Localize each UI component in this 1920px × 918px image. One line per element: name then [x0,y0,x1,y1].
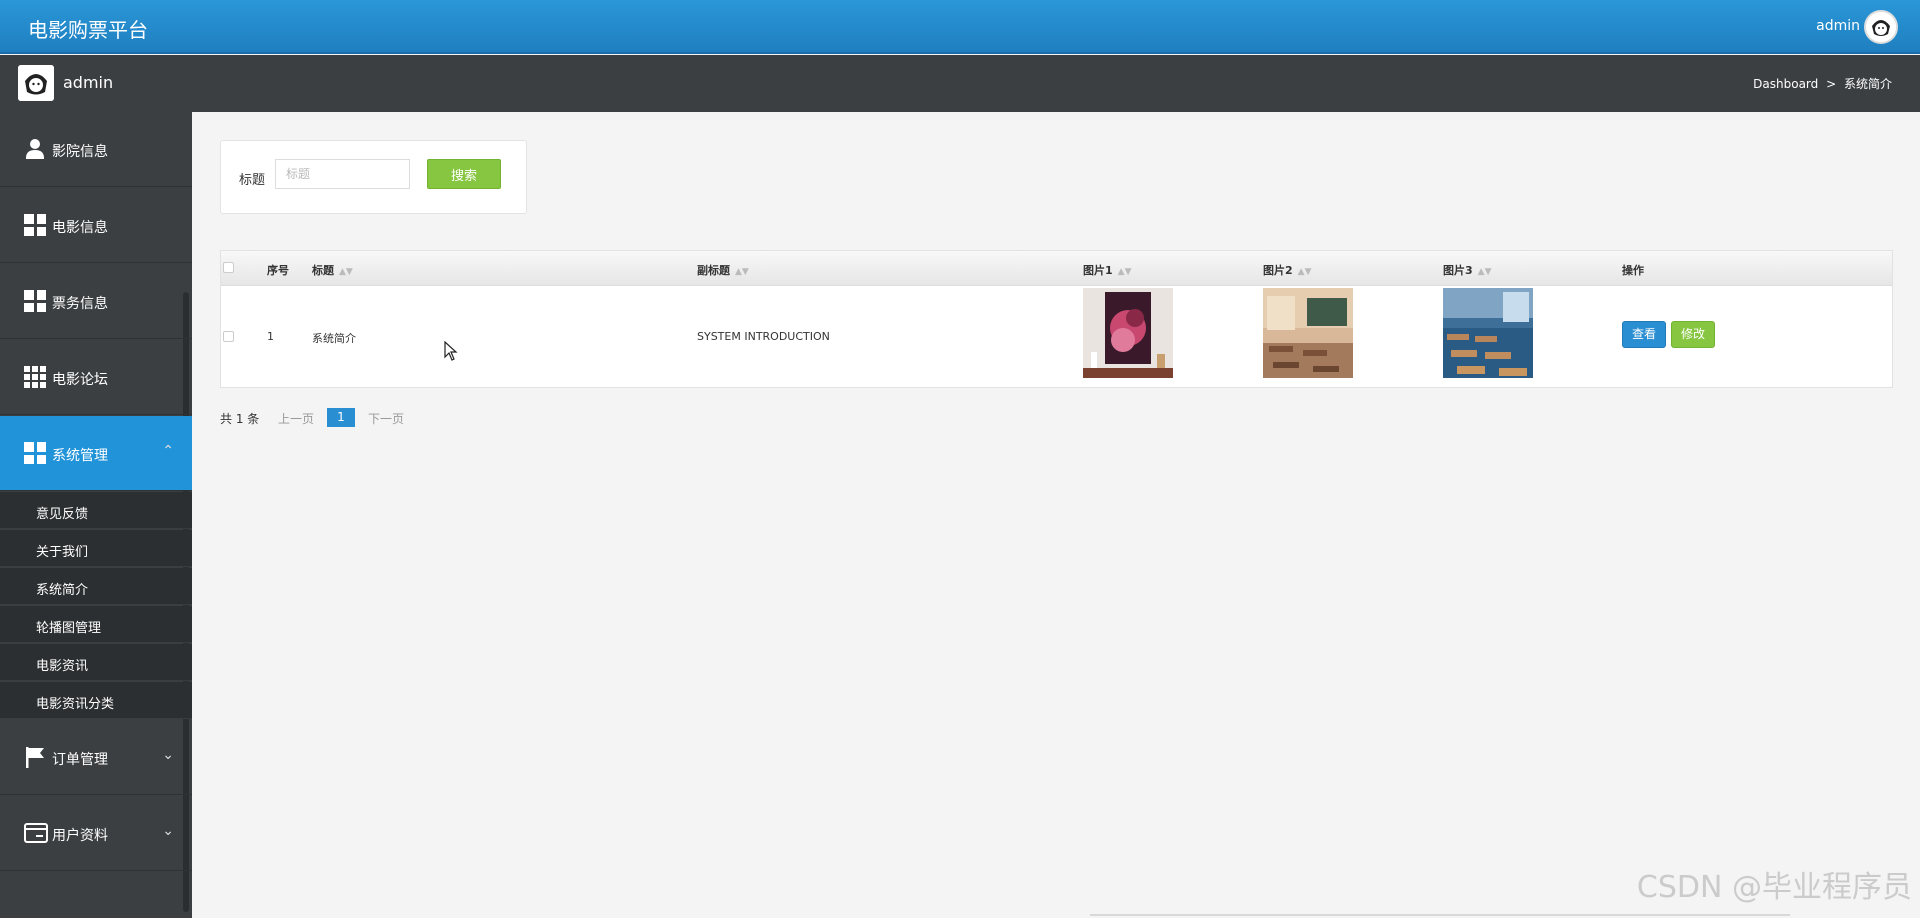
column-header-title[interactable]: 标题 ▲▼ [312,262,353,278]
pagination-next[interactable]: 下一页 [368,410,418,427]
cell-index: 1 [267,330,274,343]
header-avatar[interactable] [1864,10,1898,44]
cell-pic3-image[interactable] [1443,288,1533,378]
sidebar-item-system-management[interactable]: 系统管理 ⌃ [0,416,192,491]
search-label: 标题 [239,173,266,188]
sidebar-item-label: 票务信息 [52,296,108,312]
grid-icon [24,290,46,312]
breadcrumb-root[interactable]: Dashboard [1753,77,1818,91]
edit-button[interactable]: 修改 [1671,321,1715,348]
cell-title: 系统简介 [312,332,356,345]
sidebar-subitem-label: 电影资讯 [36,659,89,674]
sidebar-subitem-feedback[interactable]: 意见反馈 [0,492,192,529]
sidebar-item-ticket-info[interactable]: 票务信息 [0,264,192,339]
sidebar-item-forum[interactable]: 电影论坛 [0,340,192,415]
sub-header: admin Dashboard > 系统简介 [0,55,1920,112]
search-input[interactable] [275,159,410,189]
chevron-up-icon: ⌃ [162,443,174,459]
card-icon [24,822,48,844]
column-header-label: 图片1 [1083,264,1113,277]
sort-icon[interactable]: ▲▼ [735,267,749,277]
sidebar-item-label: 系统管理 [52,448,108,464]
sidebar-item-cinema-info[interactable]: 影院信息 [0,112,192,187]
sidebar-subitem-label: 电影资讯分类 [36,697,115,712]
header-username[interactable]: admin [1816,18,1860,34]
sort-icon[interactable]: ▲▼ [339,267,353,277]
cell-pic2-image[interactable] [1263,288,1353,378]
sidebar: 影院信息 电影信息 票务信息 电影论坛 系统管理 ⌃ 意见反馈 关于我们 系统简… [0,112,192,918]
pagination-page-current[interactable]: 1 [327,408,355,427]
sort-icon[interactable]: ▲▼ [1478,267,1492,277]
sidebar-item-label: 用户资料 [52,828,108,844]
sidebar-item-movie-info[interactable]: 电影信息 [0,188,192,263]
sort-icon[interactable]: ▲▼ [1298,267,1312,277]
sidebar-subitem-system-intro[interactable]: 系统简介 [0,568,192,605]
sidebar-item-label: 电影信息 [52,220,108,236]
sidebar-subitem-carousel[interactable]: 轮播图管理 [0,606,192,643]
sidebar-item-label: 订单管理 [52,752,108,768]
search-panel: 标题 搜索 [220,140,527,214]
column-header-label: 副标题 [697,264,730,277]
pagination-total: 共 1 条 [220,412,260,426]
data-table: 序号 标题 ▲▼ 副标题 ▲▼ 图片1 ▲▼ 图片2 ▲▼ 图片3 ▲▼ 操作 1 系统简… [220,250,1893,388]
top-navbar: 电影购票平台 admin [0,0,1920,54]
breadcrumb: Dashboard > 系统简介 [1751,75,1894,92]
flag-icon [24,746,46,768]
chevron-down-icon: ⌄ [162,823,174,839]
sidebar-subitem-movie-news-category[interactable]: 电影资讯分类 [0,682,192,719]
breadcrumb-current: 系统简介 [1843,77,1892,91]
select-all-checkbox[interactable] [223,262,234,273]
breadcrumb-separator: > [1826,77,1837,91]
cell-pic1-image[interactable] [1083,288,1173,378]
sidebar-subitem-label: 系统简介 [36,583,89,598]
pagination-prev[interactable]: 上一页 [278,410,328,427]
sidebar-subitem-label: 轮播图管理 [36,621,102,636]
table-header: 序号 标题 ▲▼ 副标题 ▲▼ 图片1 ▲▼ 图片2 ▲▼ 图片3 ▲▼ 操作 [221,251,1892,286]
column-header-label: 标题 [312,264,334,277]
sidebar-subitem-label: 意见反馈 [36,507,89,522]
sidebar-item-label: 影院信息 [52,144,108,160]
column-header-label: 图片2 [1263,264,1293,277]
row-checkbox[interactable] [223,331,234,342]
column-header-index: 序号 [267,264,289,277]
watermark: CSDN @毕业程序员 [1636,870,1912,905]
sidebar-subitem-about-us[interactable]: 关于我们 [0,530,192,567]
chevron-down-icon: ⌄ [162,747,174,763]
column-header-pic1[interactable]: 图片1 ▲▼ [1083,262,1132,278]
view-button[interactable]: 查看 [1622,321,1666,348]
sidebar-username: admin [63,73,114,92]
sort-icon[interactable]: ▲▼ [1118,267,1132,277]
sidebar-item-user-profile[interactable]: 用户资料 ⌄ [0,796,192,871]
user-icon [24,138,46,160]
grid9-icon [24,366,46,388]
brand-title[interactable]: 电影购票平台 [28,14,148,43]
sidebar-avatar [18,65,54,101]
column-header-subtitle[interactable]: 副标题 ▲▼ [697,262,749,278]
column-header-pic2[interactable]: 图片2 ▲▼ [1263,262,1312,278]
sidebar-item-label: 电影论坛 [52,372,108,388]
sidebar-subitem-movie-news[interactable]: 电影资讯 [0,644,192,681]
grid-icon [24,442,46,464]
grid-icon [24,214,46,236]
mouse-cursor-icon [444,340,458,365]
column-header-pic3[interactable]: 图片3 ▲▼ [1443,262,1492,278]
sidebar-subitem-label: 关于我们 [36,545,89,560]
column-header-actions: 操作 [1622,264,1644,277]
column-header-label: 图片3 [1443,264,1473,277]
horizontal-scrollbar[interactable] [1090,914,1790,916]
search-button[interactable]: 搜索 [427,159,501,189]
cell-subtitle: SYSTEM INTRODUCTION [697,330,830,343]
sidebar-item-orders[interactable]: 订单管理 ⌄ [0,720,192,795]
